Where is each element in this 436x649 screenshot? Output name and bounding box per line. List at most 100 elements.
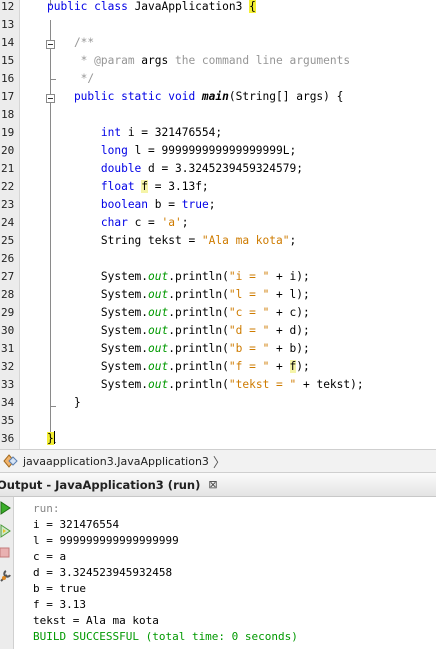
breadcrumb: javaapplication3.JavaApplication3 〉 — [0, 449, 436, 473]
code-text[interactable]: double d = 3.3245239459324579; — [47, 160, 303, 178]
code-line[interactable]: 32 System.out.println("f = " + f); — [0, 358, 436, 376]
code-line[interactable]: 13 — [0, 16, 436, 34]
code-token: System. — [47, 378, 149, 391]
code-token: + l); — [269, 288, 310, 301]
code-text[interactable]: System.out.println("l = " + l); — [47, 286, 310, 304]
code-token: + tekst); — [296, 378, 364, 391]
code-line[interactable]: 15 * @param args the command line argume… — [0, 52, 436, 70]
code-text[interactable]: int i = 321476554; — [47, 124, 222, 142]
line-number: 14 — [1, 36, 15, 49]
code-line[interactable]: 18 — [0, 106, 436, 124]
code-line[interactable]: 17 public static void main(String[] args… — [0, 88, 436, 106]
code-line[interactable]: 33 System.out.println("tekst = " + tekst… — [0, 376, 436, 394]
breadcrumb-path[interactable]: javaapplication3.JavaApplication3 — [23, 455, 209, 468]
code-line[interactable]: 31 System.out.println("b = " + b); — [0, 340, 436, 358]
code-line[interactable]: 27 System.out.println("i = " + i); — [0, 268, 436, 286]
code-text[interactable]: System.out.println("b = " + b); — [47, 340, 310, 358]
code-text[interactable]: } — [47, 394, 81, 412]
close-icon[interactable]: ⊠ — [208, 478, 217, 491]
code-text[interactable]: } — [47, 430, 55, 448]
output-console[interactable]: run: i = 321476554 l = 999999999999999999 c… — [0, 497, 436, 649]
code-line[interactable]: 35 — [0, 412, 436, 430]
code-line[interactable]: 16 */ — [0, 70, 436, 88]
code-text[interactable]: /** — [47, 34, 94, 52]
build-status: BUILD SUCCESSFUL (total time: 0 seconds) — [33, 630, 298, 643]
output-line: run: — [33, 502, 60, 515]
class-icon[interactable] — [3, 453, 19, 469]
line-number: 27 — [1, 270, 15, 283]
code-token: ); — [296, 360, 310, 373]
code-line[interactable]: 24 char c = 'a'; — [0, 214, 436, 232]
code-token: System. — [47, 360, 149, 373]
code-token: out — [148, 324, 169, 337]
chevron-right-icon[interactable]: 〉 — [213, 452, 226, 471]
code-token: true — [181, 198, 209, 211]
code-token: args — [141, 54, 169, 67]
code-text[interactable]: */ — [47, 70, 94, 88]
code-token: System. — [47, 306, 149, 319]
code-text[interactable]: float f = 3.13f; — [47, 178, 209, 196]
code-line[interactable]: 20 long l = 999999999999999999L; — [0, 142, 436, 160]
code-token: c = — [134, 216, 162, 229]
code-text[interactable]: System.out.println("i = " + i); — [47, 268, 310, 286]
code-line[interactable]: 34 } — [0, 394, 436, 412]
code-token: ; — [181, 216, 189, 229]
wrench-icon[interactable] — [0, 568, 14, 588]
stop-icon[interactable] — [0, 545, 14, 565]
code-token: out — [148, 306, 169, 319]
code-line[interactable]: 22 float f = 3.13f; — [0, 178, 436, 196]
code-token: .println( — [168, 324, 229, 337]
code-line[interactable]: 23 boolean b = true; — [0, 196, 436, 214]
tab-output[interactable]: Output - JavaApplication3 (run) — [0, 478, 200, 492]
code-token: "f = " — [228, 360, 270, 373]
code-text[interactable]: public class JavaApplication3 { — [47, 0, 256, 16]
play-icon[interactable] — [0, 500, 14, 520]
code-token: int — [47, 126, 128, 139]
code-line[interactable]: 14 /** — [0, 34, 436, 52]
line-number: 18 — [1, 108, 15, 121]
code-token: d = 3.3245239459324579; — [148, 162, 303, 175]
code-token: i = 321476554; — [127, 126, 223, 139]
line-number: 16 — [1, 72, 15, 85]
line-number: 31 — [1, 342, 15, 355]
code-text[interactable]: char c = 'a'; — [47, 214, 189, 232]
code-text[interactable]: System.out.println("c = " + c); — [47, 304, 310, 322]
code-token: "b = " — [228, 342, 270, 355]
code-line[interactable]: 25 String tekst = "Ala ma kota"; — [0, 232, 436, 250]
code-token: System. — [47, 288, 149, 301]
line-number: 20 — [1, 144, 15, 157]
code-line[interactable]: 29 System.out.println("c = " + c); — [0, 304, 436, 322]
code-line[interactable]: 36} — [0, 430, 436, 448]
code-token: out — [148, 360, 169, 373]
code-text[interactable]: System.out.println("f = " + f); — [47, 358, 310, 376]
code-line[interactable]: 28 System.out.println("l = " + l); — [0, 286, 436, 304]
line-number: 13 — [1, 18, 15, 31]
code-token: .println( — [168, 270, 229, 283]
code-token: public class — [47, 0, 135, 13]
code-token: out — [148, 378, 169, 391]
code-line[interactable]: 21 double d = 3.3245239459324579; — [0, 160, 436, 178]
line-number: 30 — [1, 324, 15, 337]
code-text[interactable]: public static void main(String[] args) { — [47, 88, 343, 106]
code-text[interactable]: boolean b = true; — [47, 196, 216, 214]
code-token: the command line arguments — [168, 54, 351, 67]
line-number: 15 — [1, 54, 15, 67]
code-line[interactable]: 26 — [0, 250, 436, 268]
code-line[interactable]: 12 public class JavaApplication3 { — [0, 0, 436, 16]
code-text[interactable]: long l = 999999999999999999L; — [47, 142, 296, 160]
output-line: f = 3.13 — [33, 598, 86, 611]
code-token: "tekst = " — [228, 378, 297, 391]
code-token: out — [148, 270, 169, 283]
code-line[interactable]: 30 System.out.println("d = " + d); — [0, 322, 436, 340]
code-text[interactable]: System.out.println("d = " + d); — [47, 322, 310, 340]
output-toolbar — [0, 497, 14, 649]
play-outline-icon[interactable] — [0, 523, 14, 543]
output-line: i = 321476554 — [33, 518, 120, 531]
code-text[interactable]: System.out.println("tekst = " + tekst); — [47, 376, 364, 394]
output-line: b = true — [33, 582, 86, 595]
code-token: System. — [47, 342, 149, 355]
code-text[interactable]: String tekst = "Ala ma kota"; — [47, 232, 296, 250]
code-text[interactable]: * @param args the command line arguments — [47, 52, 350, 70]
code-line[interactable]: 19 int i = 321476554; — [0, 124, 436, 142]
code-editor[interactable]: 12 public class JavaApplication3 { 13 14 /*… — [0, 0, 436, 449]
